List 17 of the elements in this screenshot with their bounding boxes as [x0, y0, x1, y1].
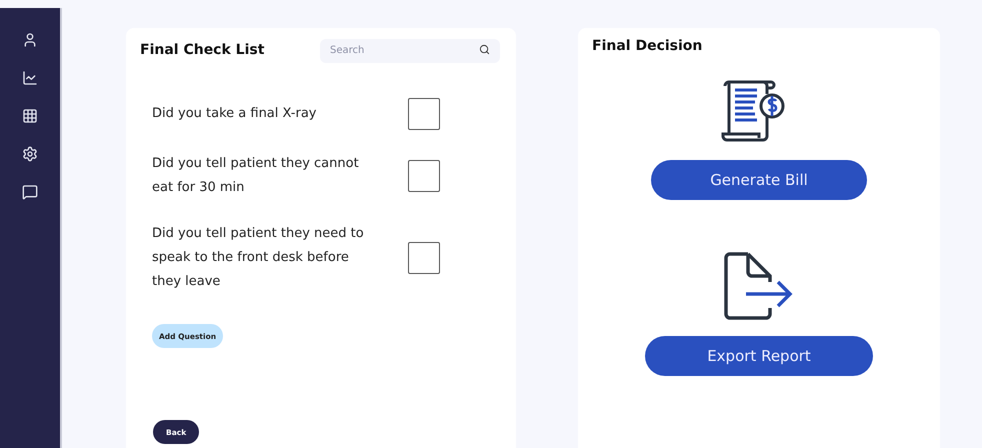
grid-icon[interactable] — [22, 108, 38, 124]
checkbox[interactable] — [408, 160, 440, 192]
card-title: Final Decision — [592, 38, 704, 54]
question-text: Did you take a final X-ray — [152, 105, 318, 123]
generate-bill-button[interactable]: Generate Bill — [651, 160, 867, 200]
export-report-button[interactable]: Export Report — [645, 336, 873, 376]
question-text: Did you tell patient they cannot eat for 30 min — [152, 155, 360, 197]
chart-icon[interactable] — [22, 70, 38, 86]
search-icon — [479, 44, 490, 55]
card-title: Final Check List — [140, 42, 264, 58]
message-icon[interactable] — [22, 184, 38, 200]
settings-icon[interactable] — [22, 146, 38, 162]
checkbox[interactable] — [408, 242, 440, 274]
checkbox[interactable] — [408, 98, 440, 130]
user-icon[interactable] — [22, 32, 38, 48]
search-field[interactable]: Search — [320, 38, 500, 62]
question-text: Did you tell patient they need to speak to the front desk before they leave — [152, 225, 365, 291]
